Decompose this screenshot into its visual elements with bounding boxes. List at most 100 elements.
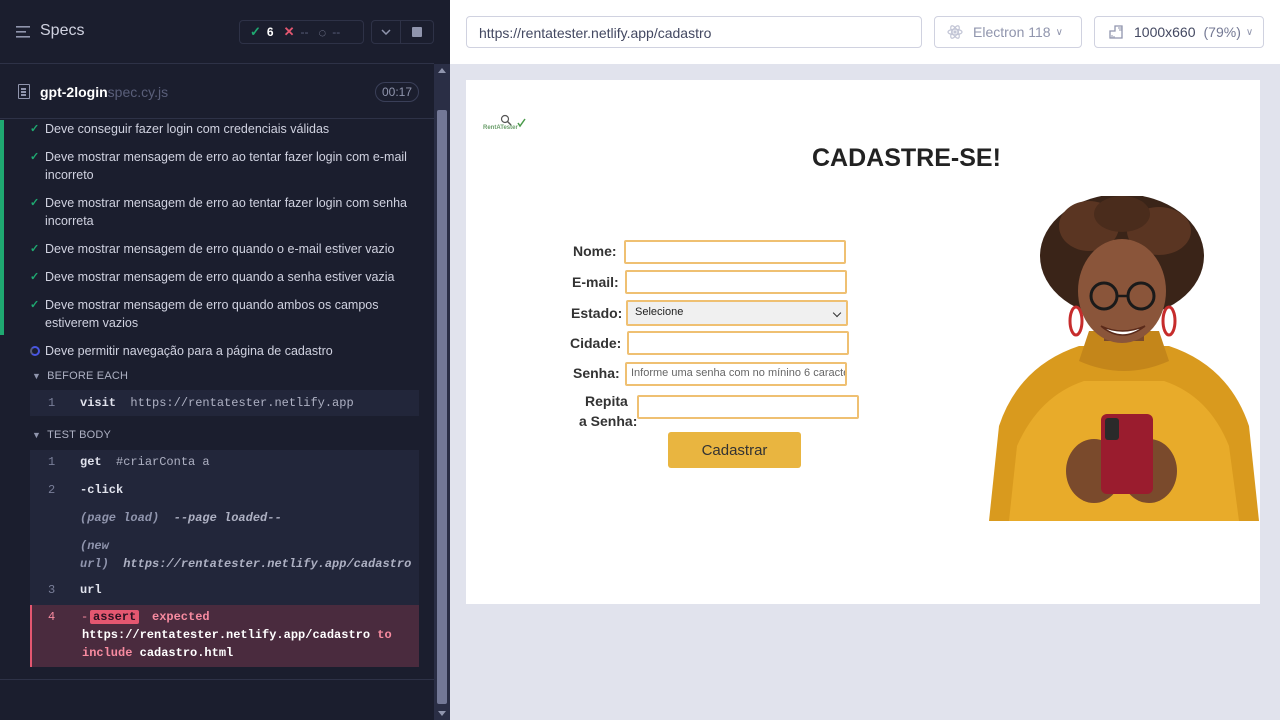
test-body-section[interactable]: ▼ TEST BODY — [32, 429, 111, 441]
cidade-input[interactable] — [627, 331, 849, 355]
specs-title[interactable]: Specs — [40, 22, 84, 40]
scrollbar-thumb[interactable] — [437, 110, 447, 704]
test-item-running[interactable]: Deve permitir navegação para a página de… — [30, 342, 425, 360]
test-list: ✓ Deve conseguir fazer login com credenc… — [0, 120, 434, 680]
event-arg: https://rentatester.netlify.app/cadastro — [123, 557, 412, 571]
check-icon: ✓ — [30, 243, 40, 255]
test-title: Deve conseguir fazer login com credencia… — [45, 122, 330, 136]
divider — [0, 679, 434, 680]
assert-include-word: include — [82, 646, 133, 660]
failed-count: -- — [300, 25, 309, 39]
pending-stat: ◌ -- — [319, 25, 341, 40]
command-row[interactable]: 1 visit https://rentatester.netlify.app — [30, 390, 419, 416]
command-method: get — [80, 455, 102, 469]
repita-senha-input[interactable] — [637, 395, 859, 419]
test-item[interactable]: ✓ Deve mostrar mensagem de erro quando a… — [30, 296, 425, 332]
page-load-event: (page load) --page loaded-- — [80, 511, 282, 525]
event-name: url) — [80, 557, 109, 571]
test-item[interactable]: ✓ Deve conseguir fazer login com credenc… — [30, 120, 425, 138]
scroll-down-arrow-icon[interactable] — [438, 711, 446, 716]
new-url-event-name: (new — [80, 539, 109, 553]
command-click[interactable]: -click — [80, 483, 123, 497]
suite-pass-indicator — [0, 120, 4, 335]
running-spinner-icon — [30, 346, 40, 356]
check-icon: ✓ — [30, 123, 40, 135]
command-number: 2 — [48, 483, 56, 497]
viewport-zoom: (79%) — [1203, 24, 1241, 40]
electron-icon — [947, 25, 963, 39]
pending-icon: ◌ — [318, 24, 327, 40]
command-log-scrollbar[interactable] — [434, 64, 450, 720]
repita-label-line1: Repita — [585, 393, 628, 409]
runner-topbar: Specs ✓ 6 ✕ -- ◌ -- — [0, 0, 434, 64]
app-under-test-frame: RentATester CADASTRE-SE! Nome: E-mail: E… — [466, 80, 1260, 604]
passed-count: 6 — [266, 25, 274, 39]
test-item[interactable]: ✓ Deve mostrar mensagem de erro ao tenta… — [30, 148, 425, 184]
assert-to-word: to — [377, 628, 392, 642]
estado-select[interactable]: Selecione — [626, 300, 848, 326]
test-item[interactable]: ✓ Deve mostrar mensagem de erro ao tenta… — [30, 194, 425, 230]
spec-extension: spec.cy.js — [107, 84, 169, 100]
test-title: Deve permitir navegação para a página de… — [45, 344, 333, 358]
command-number: 1 — [48, 455, 56, 469]
assert-line-3: include cadastro.html — [82, 646, 233, 660]
duration-badge: 00:17 — [375, 82, 419, 102]
event-name: (page load) — [80, 511, 160, 525]
test-item[interactable]: ✓ Deve mostrar mensagem de erro quando a… — [30, 268, 425, 286]
passed-stat: ✓ 6 — [250, 24, 274, 40]
event-arg: --page loaded-- — [173, 511, 282, 525]
app-preview-panel: https://rentatester.netlify.app/cadastro… — [450, 0, 1280, 720]
url-bar[interactable]: https://rentatester.netlify.app/cadastro — [466, 16, 922, 48]
email-input[interactable] — [625, 270, 847, 294]
nome-input[interactable] — [624, 240, 846, 264]
preview-toolbar: https://rentatester.netlify.app/cadastro… — [450, 0, 1280, 64]
chevron-down-icon — [381, 29, 391, 35]
command-get[interactable]: get #criarConta a — [80, 455, 210, 469]
new-url-event[interactable]: url) https://rentatester.netlify.app/cad… — [80, 557, 411, 571]
test-title: Deve mostrar mensagem de erro ao tentar … — [45, 150, 407, 182]
command-url[interactable]: url — [80, 583, 102, 597]
specs-list-icon[interactable] — [16, 25, 32, 39]
senha-label: Senha: — [573, 365, 620, 381]
file-icon — [18, 84, 30, 99]
failed-assertion-row[interactable]: 4 - assert expected https://rentatester.… — [30, 605, 419, 667]
cadastrar-button[interactable]: Cadastrar — [668, 432, 801, 468]
check-icon: ✓ — [30, 299, 40, 311]
viewport-selector[interactable]: 1000x660 (79%) ∨ — [1094, 16, 1264, 48]
command-method: visit — [80, 396, 117, 410]
cidade-label: Cidade: — [570, 335, 622, 351]
browser-name: Electron 118 — [973, 24, 1051, 40]
check-icon: ✓ — [30, 151, 40, 163]
test-item[interactable]: ✓ Deve mostrar mensagem de erro quando o… — [30, 240, 425, 258]
command-arg: https://rentatester.netlify.app — [130, 396, 354, 410]
spec-filename[interactable]: gpt-2loginspec.cy.js — [40, 84, 168, 100]
section-label: TEST BODY — [47, 429, 112, 441]
check-icon: ✓ — [30, 197, 40, 209]
page-title: CADASTRE-SE! — [812, 144, 1001, 172]
command-arg: #criarConta a — [116, 455, 210, 469]
test-title: Deve mostrar mensagem de erro ao tentar … — [45, 196, 407, 228]
caret-down-icon: ▼ — [32, 430, 42, 440]
senha-input[interactable]: Informe uma senha com no mínino 6 caract… — [625, 362, 847, 386]
command-number: 3 — [48, 583, 56, 597]
chevron-down-icon: ∨ — [1245, 26, 1254, 38]
stop-icon — [412, 27, 422, 37]
x-icon: ✕ — [283, 24, 295, 39]
assert-expected-value: cadastro.html — [139, 646, 234, 660]
scroll-up-arrow-icon[interactable] — [438, 68, 446, 73]
failed-stat: ✕ -- — [284, 24, 309, 40]
viewport-size: 1000x660 — [1134, 24, 1196, 40]
browser-selector[interactable]: Electron 118 ∨ — [934, 16, 1082, 48]
nome-label: Nome: — [573, 243, 617, 259]
auto-scroll-toggle-button[interactable] — [371, 20, 401, 44]
hook-before-each[interactable]: ▼ BEFORE EACH — [32, 370, 128, 382]
chevron-down-icon: ∨ — [1055, 26, 1063, 38]
test-stats: ✓ 6 ✕ -- ◌ -- — [239, 20, 364, 44]
check-icon: ✓ — [250, 24, 261, 39]
command-number: 1 — [48, 396, 56, 410]
command-number: 4 — [48, 610, 56, 624]
spec-header: gpt-2loginspec.cy.js 00:17 — [0, 72, 434, 119]
command-log-panel: Specs ✓ 6 ✕ -- ◌ -- gpt-2loginspec.cy.js… — [0, 0, 450, 720]
email-label: E-mail: — [572, 274, 619, 290]
stop-button[interactable] — [401, 20, 434, 44]
